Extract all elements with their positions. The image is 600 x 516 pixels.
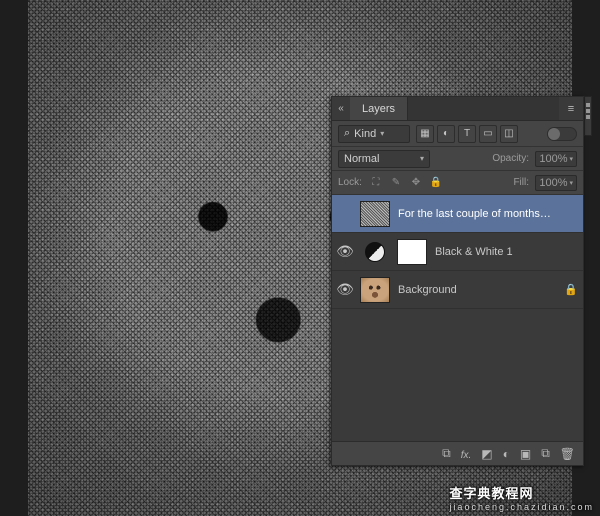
collapse-panel-button[interactable]: « (332, 97, 350, 120)
filter-adjust-icon[interactable]: ◐ (437, 125, 455, 143)
fill-input[interactable]: 100% ▾ (535, 175, 577, 191)
new-group-button[interactable]: ▣ (520, 447, 531, 461)
filter-kind-dropdown[interactable]: ⌕ Kind ▾ (338, 125, 410, 143)
menu-icon: ≡ (568, 103, 574, 115)
layers-panel: « Layers ≡ ⌕ Kind ▾ ▦ ◐ T ▭ ◫ Normal ▾ (331, 96, 584, 466)
link-layers-button[interactable]: ⧉ (442, 446, 451, 461)
adjustment-thumbnail[interactable] (365, 242, 385, 262)
filter-kind-label: Kind (354, 128, 376, 140)
adjust-icon: ◐ (443, 128, 449, 139)
layer-lock-indicator: 🔒 (559, 283, 583, 296)
caret-down-icon: ▾ (380, 129, 384, 138)
opacity-value: 100% (539, 153, 567, 165)
fx-button[interactable]: fx. (461, 447, 472, 461)
layer-row-text[interactable]: For the last couple of months, Se... (332, 195, 583, 233)
filter-smart-icon[interactable]: ◫ (500, 125, 518, 143)
lock-position-button[interactable]: ✥ (408, 175, 424, 191)
delete-layer-button[interactable]: 🗑 (560, 447, 575, 461)
layer-filter-row: ⌕ Kind ▾ ▦ ◐ T ▭ ◫ (332, 121, 583, 147)
filter-shape-icon[interactable]: ▭ (479, 125, 497, 143)
watermark-main: 查字典 (449, 486, 491, 501)
layer-label[interactable]: For the last couple of months, Se... (390, 208, 559, 220)
add-mask-button[interactable]: ◩ (481, 447, 492, 461)
layers-panel-footer: ⧉ fx. ◩ ◐ ▣ ⧉ 🗑 (332, 441, 583, 465)
caret-down-icon: ▾ (420, 154, 424, 163)
opacity-label: Opacity: (492, 153, 529, 164)
visibility-toggle[interactable]: 👁 (332, 243, 358, 260)
watermark-sub: jiaocheng.chazidian.com (449, 502, 594, 512)
link-icon: ⧉ (442, 446, 451, 460)
mask-icon: ◩ (481, 447, 492, 461)
layer-row-background[interactable]: 👁 Background 🔒 (332, 271, 583, 309)
layers-list: For the last couple of months, Se... 👁 B… (332, 195, 583, 441)
visibility-toggle[interactable]: 👁 (332, 281, 358, 298)
lock-label: Lock: (338, 177, 362, 188)
blend-mode-value: Normal (344, 153, 379, 165)
tab-layers[interactable]: Layers (350, 97, 408, 120)
layer-thumbnail[interactable] (360, 201, 390, 227)
blend-opacity-row: Normal ▾ Opacity: 100% ▾ (332, 147, 583, 171)
filter-pixel-icon[interactable]: ▦ (416, 125, 434, 143)
new-adjustment-button[interactable]: ◐ (503, 447, 510, 461)
filter-type-icons: ▦ ◐ T ▭ ◫ (416, 125, 518, 143)
caret-down-icon: ▾ (569, 155, 573, 163)
trash-icon: 🗑 (560, 447, 575, 461)
layer-thumbnail[interactable] (360, 277, 390, 303)
smart-icon: ◫ (504, 128, 513, 139)
lock-icon: 🔒 (564, 283, 578, 296)
panel-tabbar: « Layers ≡ (332, 97, 583, 121)
new-icon: ⧉ (541, 446, 550, 460)
layer-row-bw[interactable]: 👁 Black & White 1 (332, 233, 583, 271)
pixel-icon: ▦ (420, 128, 429, 139)
transparency-lock-icon: ⛶ (372, 177, 379, 188)
eye-icon: 👁 (336, 243, 354, 260)
type-icon: T (464, 128, 470, 139)
lock-icon: 🔒 (430, 177, 442, 188)
adjust-icon: ◐ (503, 447, 510, 461)
layer-label[interactable]: Background (390, 284, 559, 296)
layer-label[interactable]: Black & White 1 (427, 246, 559, 258)
opacity-input[interactable]: 100% ▾ (535, 151, 577, 167)
chevron-left-icon: « (338, 103, 344, 114)
shape-icon: ▭ (483, 128, 492, 139)
group-icon: ▣ (520, 447, 531, 461)
panel-dock-flyout[interactable] (584, 96, 592, 136)
new-layer-button[interactable]: ⧉ (541, 446, 550, 461)
lock-transparency-button[interactable]: ⛶ (368, 175, 384, 191)
canvas-gutter-left (0, 0, 28, 516)
caret-down-icon: ▾ (569, 179, 573, 187)
lock-fill-row: Lock: ⛶ ✎ ✥ 🔒 Fill: 100% ▾ (332, 171, 583, 195)
fill-value: 100% (539, 177, 567, 189)
watermark: 查字典教程网 jiaocheng.chazidian.com (449, 483, 594, 512)
eye-icon: 👁 (336, 281, 354, 298)
search-icon: ⌕ (344, 127, 350, 140)
lock-pixels-button[interactable]: ✎ (388, 175, 404, 191)
move-icon: ✥ (412, 177, 420, 188)
tabbar-gap (408, 97, 559, 120)
blend-mode-dropdown[interactable]: Normal ▾ (338, 150, 430, 168)
panel-menu-button[interactable]: ≡ (559, 97, 583, 120)
filter-type-t-icon[interactable]: T (458, 125, 476, 143)
lock-icons: ⛶ ✎ ✥ 🔒 (368, 175, 444, 191)
mask-thumbnail[interactable] (397, 239, 427, 265)
fill-label: Fill: (513, 177, 529, 188)
filter-toggle[interactable] (547, 127, 577, 141)
fx-icon: fx. (461, 450, 472, 461)
lock-all-button[interactable]: 🔒 (428, 175, 444, 191)
tab-label: Layers (362, 103, 395, 115)
brush-icon: ✎ (392, 177, 400, 188)
